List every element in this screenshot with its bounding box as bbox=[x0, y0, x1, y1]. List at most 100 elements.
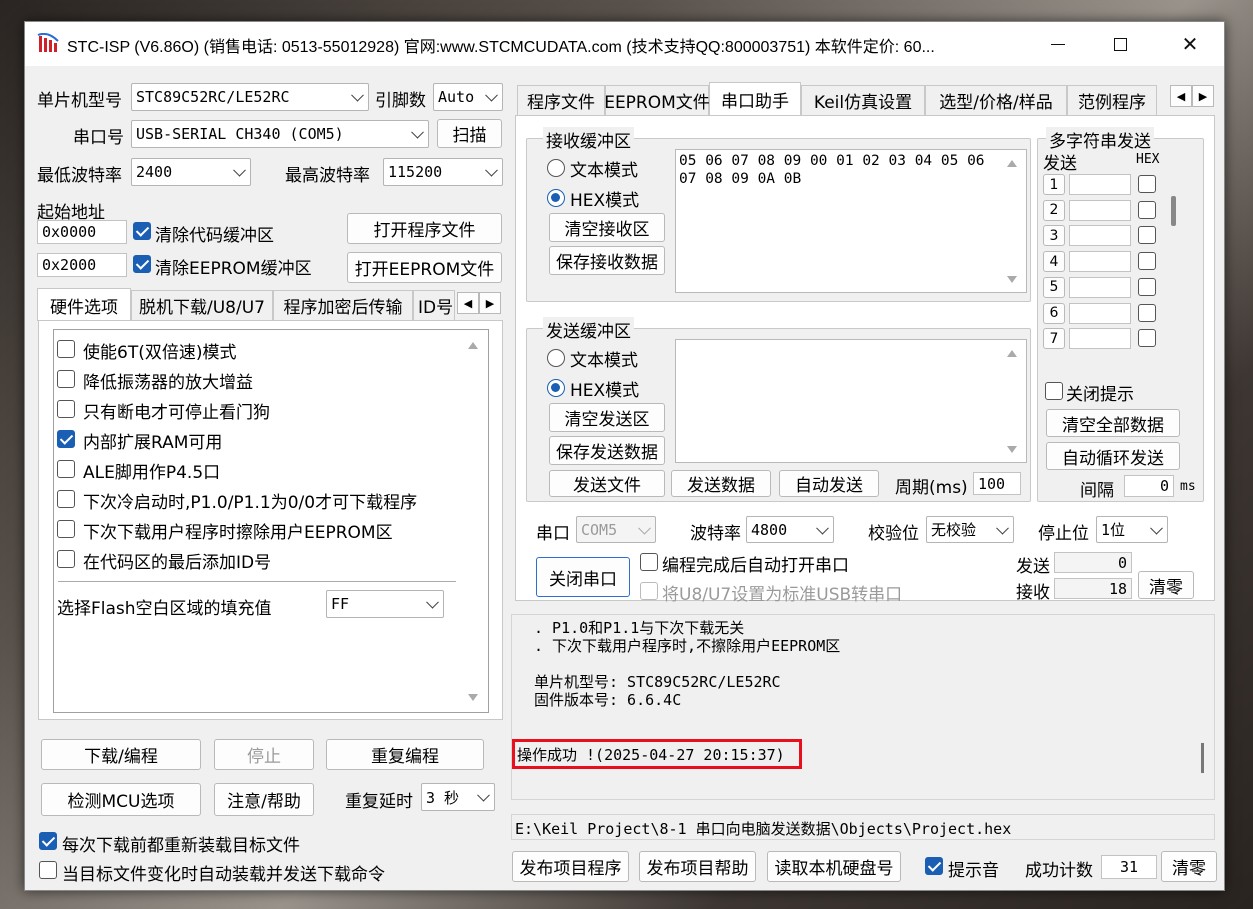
parity-select[interactable]: 无校验 bbox=[926, 516, 1014, 543]
mcu-select[interactable]: STC89C52RC/LE52RC bbox=[131, 83, 369, 111]
repeat-delay-select[interactable]: 3 秒 bbox=[421, 783, 495, 811]
scan-button[interactable]: 扫描 bbox=[437, 119, 502, 148]
multi-send-row-hex-checkbox[interactable] bbox=[1138, 200, 1156, 219]
minimize-button[interactable] bbox=[1035, 22, 1081, 66]
save-send-button[interactable]: 保存发送数据 bbox=[549, 436, 665, 465]
multi-send-row-button[interactable]: 2 bbox=[1043, 199, 1065, 221]
read-disk-id-button[interactable]: 读取本机硬盘号 bbox=[767, 851, 901, 882]
multi-send-row-button[interactable]: 1 bbox=[1043, 174, 1065, 195]
clear-recv-button[interactable]: 清空接收区 bbox=[549, 213, 665, 242]
option-checkbox[interactable] bbox=[57, 400, 75, 418]
tab-id[interactable]: ID号 bbox=[413, 290, 455, 320]
download-button[interactable]: 下载/编程 bbox=[41, 739, 201, 770]
right-tab-scroll-left[interactable]: ◀ bbox=[1170, 85, 1192, 107]
tab-program-file[interactable]: 程序文件 bbox=[517, 85, 605, 115]
option-checkbox[interactable] bbox=[57, 490, 75, 508]
maximize-button[interactable] bbox=[1097, 22, 1143, 66]
reprogram-button[interactable]: 重复编程 bbox=[326, 739, 484, 770]
max-baud-select[interactable]: 115200 bbox=[383, 158, 503, 186]
tab-serial-assistant[interactable]: 串口助手 bbox=[709, 82, 801, 115]
send-text-mode-radio[interactable] bbox=[547, 349, 565, 367]
auto-open-checkbox[interactable] bbox=[640, 553, 658, 571]
tab-encrypt-transfer[interactable]: 程序加密后传输 bbox=[273, 290, 413, 320]
close-tip-checkbox[interactable] bbox=[1045, 382, 1063, 400]
multi-send-row-hex-checkbox[interactable] bbox=[1138, 175, 1156, 193]
tab-hardware-options[interactable]: 硬件选项 bbox=[37, 288, 131, 321]
stop-bits-select[interactable]: 1位 bbox=[1096, 516, 1168, 543]
send-textarea[interactable] bbox=[675, 339, 1027, 463]
log-scrollbar-thumb[interactable] bbox=[1201, 743, 1204, 773]
help-button[interactable]: 注意/帮助 bbox=[214, 783, 314, 816]
multi-send-row-hex-checkbox[interactable] bbox=[1138, 226, 1156, 245]
recv-text-mode-radio[interactable] bbox=[547, 159, 565, 177]
option-checkbox[interactable] bbox=[57, 550, 75, 568]
tab-eeprom-file[interactable]: EEPROM文件 bbox=[604, 85, 710, 115]
multi-send-row-field[interactable] bbox=[1069, 225, 1131, 247]
close-port-button[interactable]: 关闭串口 bbox=[536, 557, 630, 597]
auto-send-button[interactable]: 自动发送 bbox=[779, 470, 879, 497]
multi-send-row-field[interactable] bbox=[1069, 276, 1131, 298]
multi-send-row-hex-checkbox[interactable] bbox=[1138, 329, 1156, 348]
multi-scrollbar-thumb[interactable] bbox=[1171, 196, 1176, 226]
option-checkbox[interactable] bbox=[57, 340, 75, 358]
recv-textarea[interactable]: 05 06 07 08 09 00 01 02 03 04 05 06 07 0… bbox=[675, 149, 1027, 293]
right-tab-scroll-right[interactable]: ▶ bbox=[1192, 85, 1214, 107]
addr1-field[interactable]: 0x0000 bbox=[37, 220, 127, 244]
pins-select[interactable]: Auto bbox=[433, 83, 503, 111]
recv-hex-mode-radio[interactable] bbox=[547, 189, 565, 207]
beep-checkbox[interactable] bbox=[925, 857, 943, 875]
multi-send-row-field[interactable] bbox=[1069, 251, 1131, 273]
multi-send-row-field[interactable] bbox=[1069, 174, 1131, 195]
option-checkbox[interactable] bbox=[57, 430, 75, 448]
multi-send-row-hex-checkbox[interactable] bbox=[1138, 277, 1156, 296]
option-checkbox[interactable] bbox=[57, 520, 75, 538]
open-eeprom-button[interactable]: 打开EEPROM文件 bbox=[347, 252, 502, 283]
tab-offline-download[interactable]: 脱机下载/U8/U7 bbox=[131, 290, 273, 320]
publish-program-button[interactable]: 发布项目程序 bbox=[512, 851, 629, 882]
multi-send-row-field[interactable] bbox=[1069, 328, 1131, 350]
close-button[interactable]: ✕ bbox=[1167, 22, 1213, 66]
option-checkbox[interactable] bbox=[57, 370, 75, 388]
auto-loop-send-button[interactable]: 自动循环发送 bbox=[1046, 442, 1180, 470]
clear-success-count-button[interactable]: 清零 bbox=[1161, 851, 1217, 882]
period-field[interactable]: 100 bbox=[973, 472, 1021, 495]
tab-examples[interactable]: 范例程序 bbox=[1067, 85, 1157, 115]
clear-eeprom-checkbox[interactable] bbox=[133, 255, 151, 273]
multi-send-row-hex-checkbox[interactable] bbox=[1138, 303, 1156, 322]
multi-send-row-button[interactable]: 5 bbox=[1043, 276, 1065, 298]
clear-count-button[interactable]: 清零 bbox=[1138, 571, 1194, 599]
tab-keil-settings[interactable]: Keil仿真设置 bbox=[801, 85, 925, 115]
send-hex-mode-radio[interactable] bbox=[547, 379, 565, 397]
multi-send-row-button[interactable]: 3 bbox=[1043, 225, 1065, 247]
publish-help-button[interactable]: 发布项目帮助 bbox=[639, 851, 756, 882]
send-data-button[interactable]: 发送数据 bbox=[671, 470, 771, 497]
flash-fill-select[interactable]: FF bbox=[326, 590, 444, 618]
options-scrollbar[interactable] bbox=[458, 330, 488, 712]
detect-mcu-button[interactable]: 检测MCU选项 bbox=[41, 783, 201, 816]
send-file-button[interactable]: 发送文件 bbox=[549, 470, 665, 497]
save-recv-button[interactable]: 保存接收数据 bbox=[549, 246, 665, 275]
port-select[interactable]: USB-SERIAL CH340 (COM5) bbox=[131, 120, 429, 148]
multi-send-row-field[interactable] bbox=[1069, 199, 1131, 221]
clear-send-button[interactable]: 清空发送区 bbox=[549, 403, 665, 432]
u8u7-checkbox[interactable] bbox=[640, 582, 658, 600]
clear-all-button[interactable]: 清空全部数据 bbox=[1046, 409, 1180, 437]
multi-send-row-button[interactable]: 4 bbox=[1043, 251, 1065, 273]
tab-selection-price[interactable]: 选型/价格/样品 bbox=[925, 85, 1067, 115]
min-baud-select[interactable]: 2400 bbox=[131, 158, 251, 186]
interval-field[interactable]: 0 bbox=[1124, 475, 1174, 497]
multi-send-row-hex-checkbox[interactable] bbox=[1138, 252, 1156, 271]
multi-send-row-field[interactable] bbox=[1069, 302, 1131, 324]
serial-baud-select[interactable]: 4800 bbox=[746, 516, 834, 543]
option-checkbox[interactable] bbox=[57, 460, 75, 478]
serial-port-select[interactable]: COM5 bbox=[576, 516, 656, 543]
stop-button[interactable]: 停止 bbox=[214, 739, 314, 770]
open-program-button[interactable]: 打开程序文件 bbox=[347, 213, 502, 244]
multi-send-row-button[interactable]: 7 bbox=[1043, 328, 1065, 350]
addr2-field[interactable]: 0x2000 bbox=[37, 253, 127, 277]
reload-checkbox[interactable] bbox=[39, 832, 57, 850]
multi-send-row-button[interactable]: 6 bbox=[1043, 302, 1065, 324]
tab-scroll-left[interactable]: ◀ bbox=[457, 292, 479, 314]
clear-code-checkbox[interactable] bbox=[133, 222, 151, 240]
auto-reload-checkbox[interactable] bbox=[39, 861, 57, 879]
